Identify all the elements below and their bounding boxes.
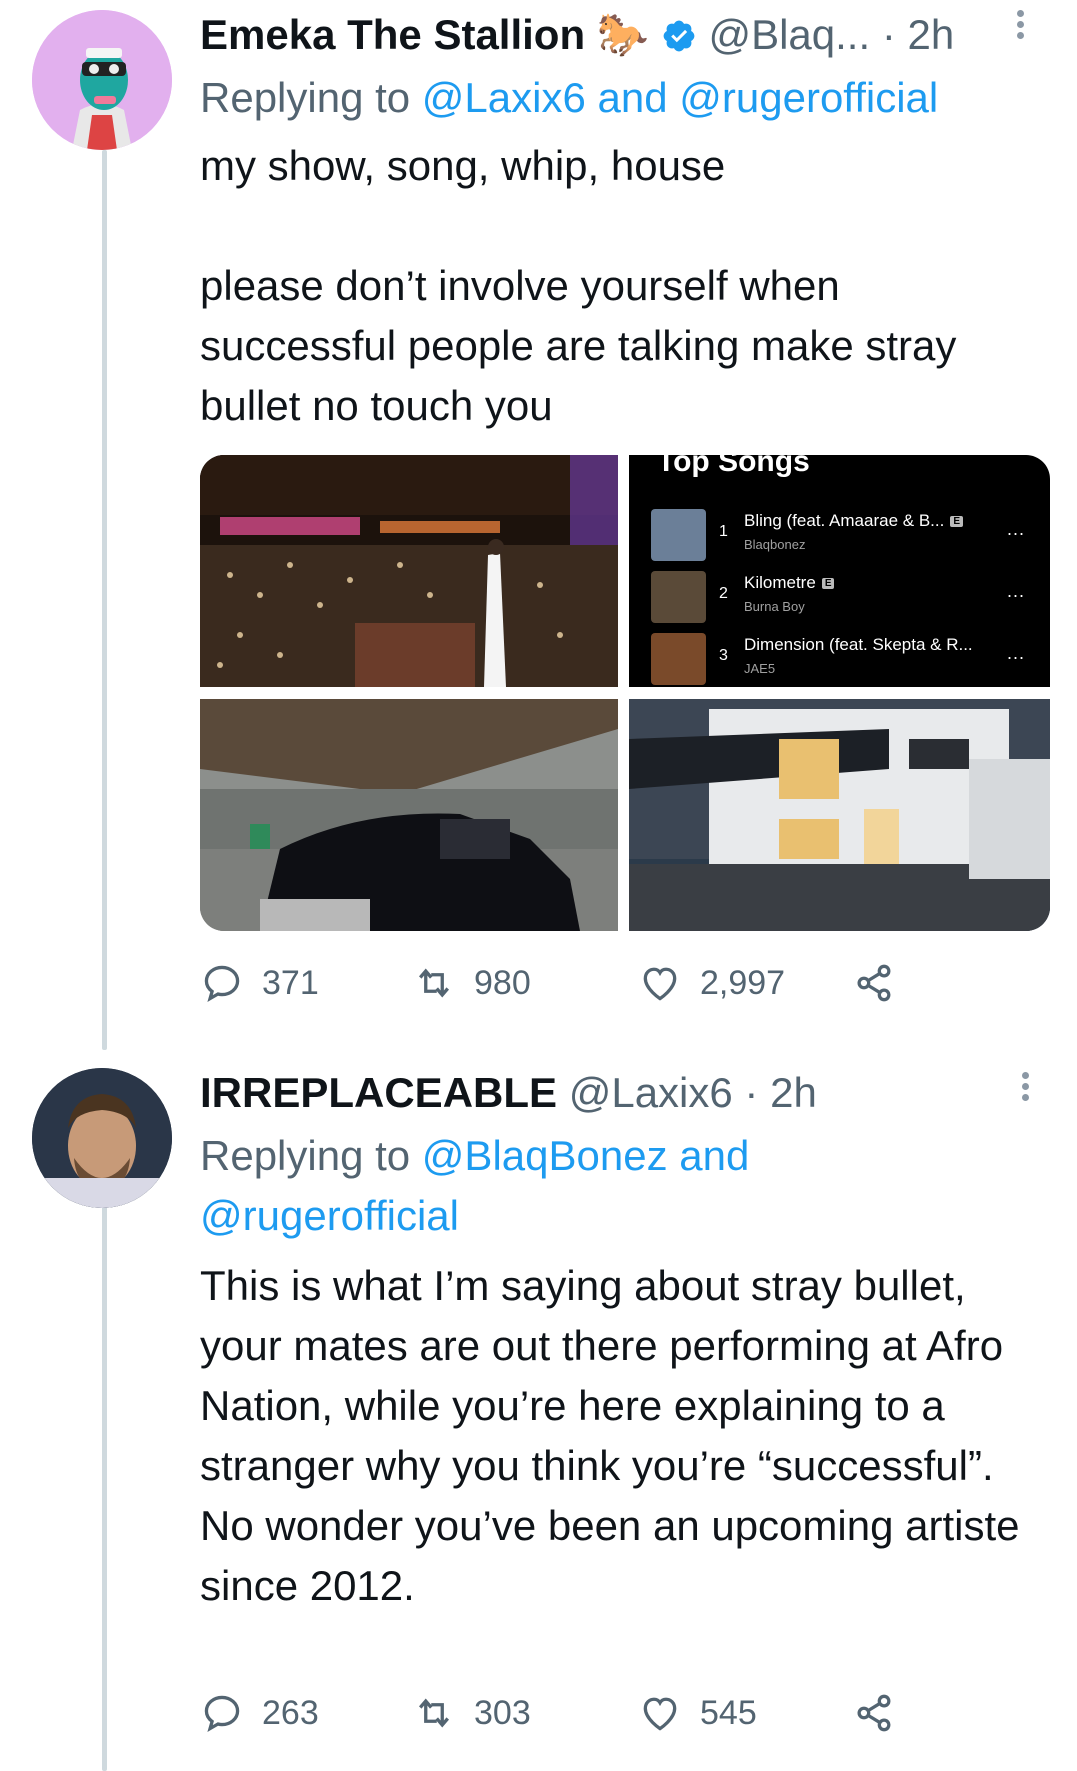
top-songs-screenshot[interactable]: Top Songs 1 Bling (feat. Amaarae & B... E… bbox=[629, 455, 1050, 687]
reply-and-label: and bbox=[597, 74, 668, 121]
reply-mention-link[interactable]: @BlaqBonez bbox=[422, 1132, 668, 1179]
replying-to: Replying to @Laxix6 and @rugerofficial bbox=[200, 68, 1020, 128]
tweet-header: IRREPLACEABLE @Laxix6 · 2h bbox=[200, 1068, 817, 1118]
reply-mention-link[interactable]: @rugerofficial bbox=[679, 74, 938, 121]
top-songs-title: Top Songs bbox=[657, 455, 810, 478]
concert-image-icon bbox=[200, 455, 618, 687]
tweet-text-line: my show, song, whip, house bbox=[200, 142, 726, 189]
song-artist: Blaqbonez bbox=[744, 537, 806, 552]
reply-button[interactable]: 263 bbox=[200, 1688, 319, 1738]
tweet-actions: 263 303 545 bbox=[200, 1688, 920, 1738]
thread-line bbox=[102, 1205, 107, 1771]
replying-to: Replying to @BlaqBonez and @rugerofficia… bbox=[200, 1126, 800, 1246]
tweet-header: Emeka The Stallion 🐎 @Blaq... · 2h bbox=[200, 10, 954, 60]
retweet-button[interactable]: 980 bbox=[412, 958, 531, 1008]
reply-icon bbox=[204, 1695, 240, 1733]
explicit-badge: E bbox=[950, 516, 963, 528]
retweet-icon bbox=[418, 968, 450, 998]
share-button[interactable] bbox=[852, 958, 914, 1008]
handle[interactable]: @Blaq... bbox=[708, 11, 870, 58]
retweet-count: 303 bbox=[474, 1693, 531, 1732]
like-icon bbox=[643, 1697, 677, 1731]
timestamp[interactable]: 2h bbox=[908, 11, 955, 58]
reply-mention-link[interactable]: @Laxix6 bbox=[422, 74, 586, 121]
explicit-badge: E bbox=[821, 578, 835, 590]
share-icon bbox=[857, 964, 891, 1002]
song-more-icon[interactable]: ... bbox=[1007, 519, 1025, 540]
song-more-icon[interactable]: ... bbox=[1007, 581, 1025, 602]
avatar[interactable] bbox=[32, 1068, 172, 1208]
reply-icon bbox=[204, 965, 240, 1003]
share-button[interactable] bbox=[852, 1688, 914, 1738]
display-name[interactable]: Emeka The Stallion bbox=[200, 11, 585, 58]
like-button[interactable]: 2,997 bbox=[638, 958, 785, 1008]
share-icon bbox=[857, 1694, 891, 1732]
reply-count: 263 bbox=[262, 1693, 319, 1732]
separator-dot: · bbox=[881, 11, 896, 58]
display-name[interactable]: IRREPLACEABLE bbox=[200, 1069, 557, 1116]
reply-button[interactable]: 371 bbox=[200, 958, 319, 1008]
house-photo[interactable] bbox=[629, 699, 1050, 931]
tweet-text-paragraph: please don’t involve yourself when succe… bbox=[200, 262, 957, 429]
handle[interactable]: @Laxix6 bbox=[569, 1069, 733, 1116]
song-rank: 1 bbox=[719, 523, 728, 540]
tweet-actions: 371 980 2,997 bbox=[200, 958, 920, 1008]
car-image-icon bbox=[200, 699, 618, 931]
album-art-icon bbox=[651, 509, 706, 561]
song-artist: Burna Boy bbox=[744, 599, 805, 614]
car-photo[interactable] bbox=[200, 699, 618, 931]
horse-emoji-icon: 🐎 bbox=[596, 11, 650, 58]
song-more-icon[interactable]: ... bbox=[1007, 643, 1025, 664]
more-icon[interactable] bbox=[1000, 6, 1040, 46]
song-row[interactable]: 2 Kilometre E Burna Boy ... bbox=[629, 567, 1049, 627]
reply-count: 371 bbox=[262, 963, 319, 1002]
retweet-button[interactable]: 303 bbox=[412, 1688, 531, 1738]
song-artist: JAE5 bbox=[744, 661, 776, 676]
like-count: 2,997 bbox=[700, 963, 786, 1002]
separator-dot: · bbox=[744, 1069, 759, 1116]
song-row[interactable]: 3 Dimension (feat. Skepta & R... JAE5 ..… bbox=[629, 629, 1049, 687]
reply-and-label: and bbox=[679, 1132, 750, 1179]
replying-to-label: Replying to bbox=[200, 1132, 411, 1179]
album-art-icon bbox=[651, 571, 706, 623]
verified-icon bbox=[663, 20, 695, 52]
song-title: Dimension (feat. Skepta & R... bbox=[744, 635, 973, 654]
like-button[interactable]: 545 bbox=[638, 1688, 757, 1738]
timestamp[interactable]: 2h bbox=[770, 1069, 817, 1116]
replying-to-label: Replying to bbox=[200, 74, 411, 121]
media-grid: Top Songs 1 Bling (feat. Amaarae & B... E… bbox=[200, 455, 1050, 931]
reply-mention-link[interactable]: @rugerofficial bbox=[200, 1192, 459, 1239]
avatar-art-icon bbox=[32, 10, 172, 150]
thread-line bbox=[102, 150, 107, 1050]
house-image-icon bbox=[629, 699, 1050, 931]
like-count: 545 bbox=[700, 1693, 757, 1732]
song-rank: 2 bbox=[719, 585, 728, 602]
song-title: Kilometre E bbox=[744, 573, 835, 593]
tweet-text: my show, song, whip, house please don’t … bbox=[200, 136, 1040, 436]
avatar-photo-icon bbox=[32, 1068, 172, 1208]
concert-photo[interactable] bbox=[200, 455, 618, 687]
song-title: Bling (feat. Amaarae & B... E bbox=[744, 511, 963, 531]
album-art-icon bbox=[651, 633, 706, 685]
song-rank: 3 bbox=[719, 647, 728, 664]
tweet-text: This is what I’m saying about stray bull… bbox=[200, 1262, 1020, 1609]
more-icon[interactable] bbox=[1005, 1068, 1045, 1108]
like-icon bbox=[643, 967, 677, 1001]
retweet-icon bbox=[418, 1698, 450, 1728]
song-row[interactable]: 1 Bling (feat. Amaarae & B... E Blaqbonez… bbox=[629, 505, 1049, 565]
avatar[interactable] bbox=[32, 10, 172, 150]
retweet-count: 980 bbox=[474, 963, 531, 1002]
